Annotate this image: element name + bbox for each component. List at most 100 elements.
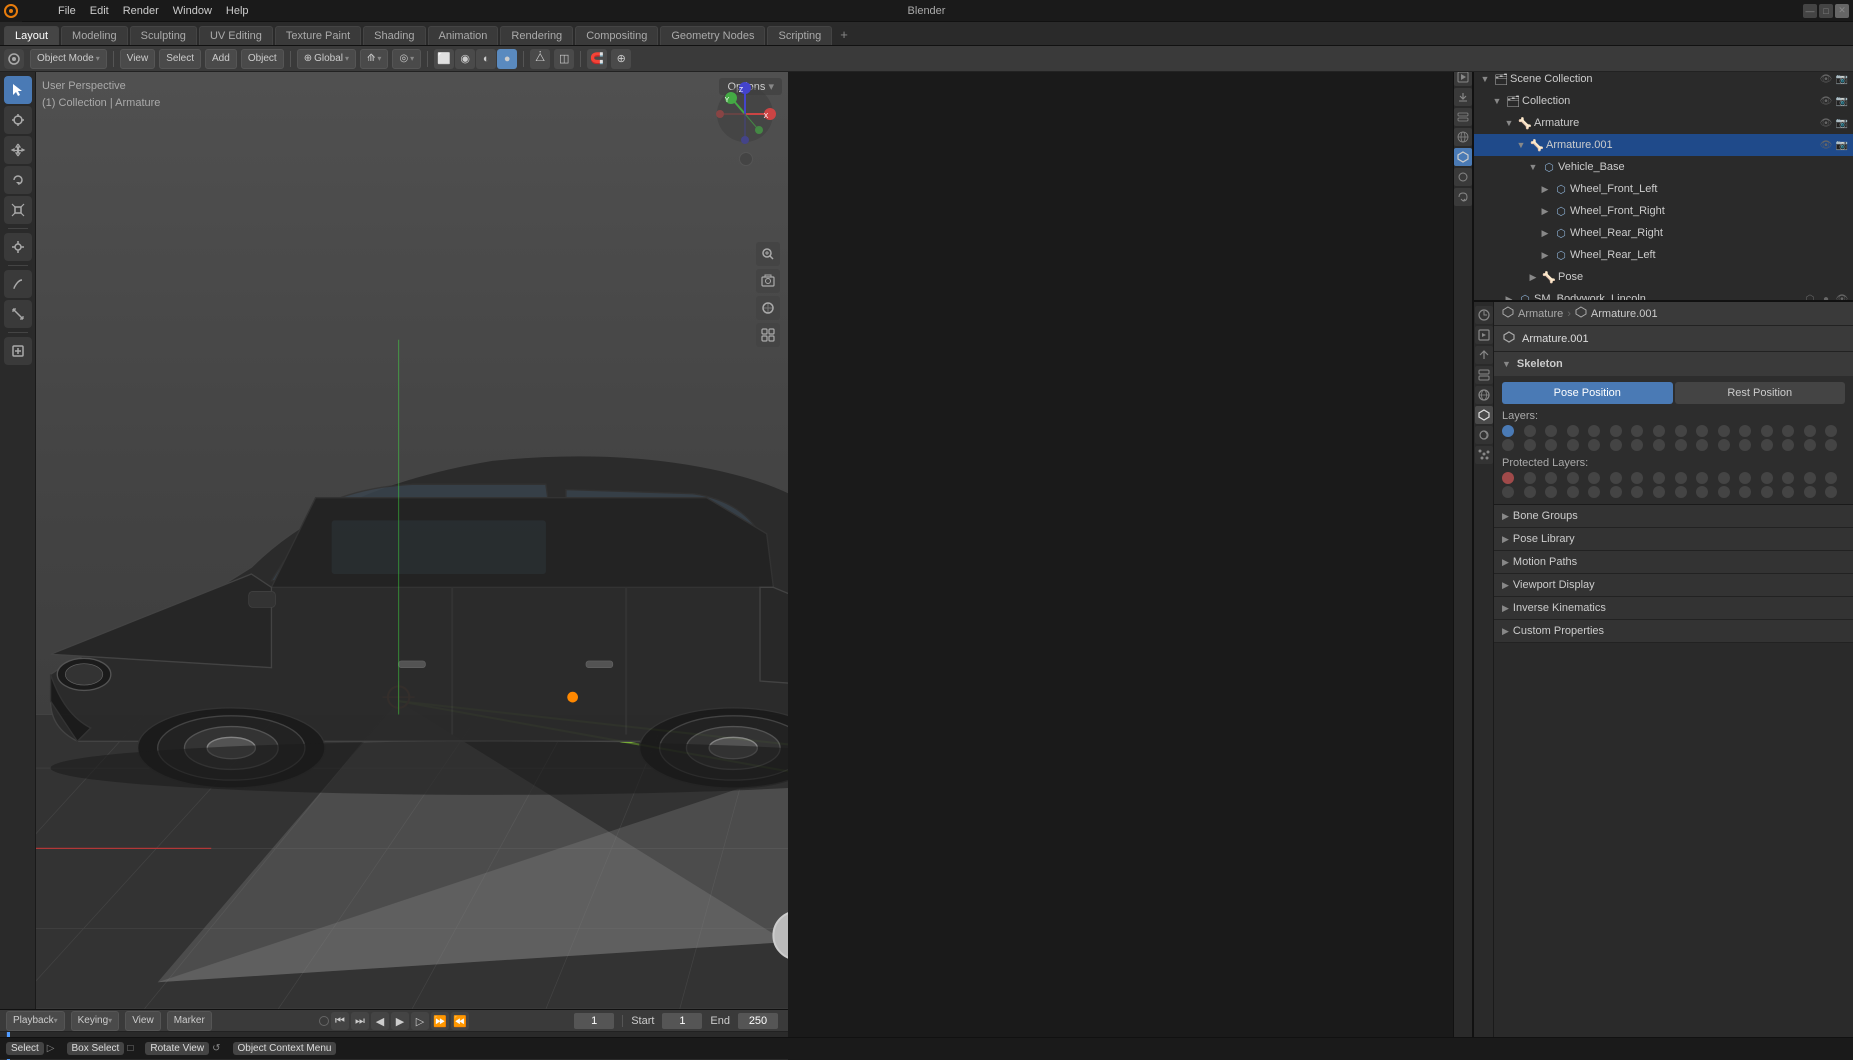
layer-dot-30[interactable] [1804,439,1816,451]
tree-item-wheel-fr[interactable]: ▶ ⬡ Wheel_Front_Right [1474,200,1853,222]
tree-item-sm-bodywork[interactable]: ▶ ⬡ SM_Bodywork_Lincoln ⬡ ● 👁 [1474,288,1853,300]
protected-layer-dot-9[interactable] [1696,472,1708,484]
mode-dropdown[interactable]: Object Mode ▾ [30,49,107,69]
end-frame-input[interactable]: 250 [738,1013,778,1029]
tab-animation[interactable]: Animation [428,26,499,45]
protected-layer-dot-22[interactable] [1631,486,1643,498]
tree-item-armature[interactable]: ▼ 🦴 Armature 👁 📷 [1474,112,1853,134]
layer-dot-15[interactable] [1825,425,1837,437]
tab-shading[interactable]: Shading [363,26,425,45]
layer-dot-31[interactable] [1825,439,1837,451]
protected-layer-dot-25[interactable] [1696,486,1708,498]
prop-tab-world[interactable] [1475,386,1493,404]
layer-dot-10[interactable] [1718,425,1730,437]
protected-layer-dot-15[interactable] [1825,472,1837,484]
snap-icon[interactable]: 🧲 [587,49,607,69]
menu-help[interactable]: Help [220,3,255,19]
timeline-keying-menu[interactable]: Keying ▾ [71,1011,120,1031]
layer-dot-13[interactable] [1782,425,1794,437]
protected-layer-dot-14[interactable] [1804,472,1816,484]
pose-position-btn[interactable]: Pose Position [1502,382,1673,404]
move-tool-btn[interactable] [4,136,32,164]
visibility-toggle[interactable]: 👁 [1819,138,1833,152]
visibility-toggle[interactable]: 👁 [1819,94,1833,108]
layer-dot-22[interactable] [1631,439,1643,451]
layer-dot-3[interactable] [1567,425,1579,437]
protected-layer-dot-11[interactable] [1739,472,1751,484]
layer-dot-29[interactable] [1782,439,1794,451]
protected-layer-dot-26[interactable] [1718,486,1730,498]
layer-dot-11[interactable] [1739,425,1751,437]
zoom-in-btn[interactable] [756,242,780,266]
overlay-toggle[interactable]: ⧊ [530,49,550,69]
visibility-toggle[interactable]: 👁 [1819,116,1833,130]
tab-rendering[interactable]: Rendering [500,26,573,45]
prop-view-layer-icon[interactable] [1454,108,1472,126]
annotate-tool-btn[interactable] [4,270,32,298]
gizmo-icon[interactable]: ⊕ [611,49,631,69]
layer-dot-2[interactable] [1545,425,1557,437]
protected-layer-dot-10[interactable] [1718,472,1730,484]
tree-item-vehicle-base[interactable]: ▼ ⬡ Vehicle_Base [1474,156,1853,178]
layer-dot-25[interactable] [1696,439,1708,451]
skeleton-section-header[interactable]: ▼ Skeleton [1494,352,1853,376]
protected-layer-dot-23[interactable] [1653,486,1665,498]
protected-layer-dot-30[interactable] [1804,486,1816,498]
viewport-display-header[interactable]: ▶ Viewport Display [1494,574,1853,596]
ik-header[interactable]: ▶ Inverse Kinematics [1494,597,1853,619]
prop-tab-scene[interactable] [1475,306,1493,324]
tree-item-wheel-fl[interactable]: ▶ ⬡ Wheel_Front_Left [1474,178,1853,200]
layer-dot-23[interactable] [1653,439,1665,451]
tab-sculpting[interactable]: Sculpting [130,26,197,45]
prop-tab-object-data[interactable] [1475,406,1493,424]
minimize-button[interactable]: — [1803,4,1817,18]
layer-dot-21[interactable] [1610,439,1622,451]
prop-tab-particles[interactable] [1475,446,1493,464]
layer-dot-9[interactable] [1696,425,1708,437]
go-to-prev-keyframe-btn[interactable]: ⏭ [351,1012,369,1030]
add-tool-btn[interactable] [4,337,32,365]
wireframe-shading-btn[interactable]: ⬜ [434,49,454,69]
layer-dot-26[interactable] [1718,439,1730,451]
menu-edit[interactable]: Edit [84,3,115,19]
viewport-navigation-gizmo[interactable]: X Y Z [713,82,778,147]
protected-layer-dot-12[interactable] [1761,472,1773,484]
prop-tab-material[interactable] [1475,426,1493,444]
data-icon[interactable]: ⬡ [1803,292,1817,300]
tree-item-armature-001[interactable]: ▼ 🦴 Armature.001 👁 📷 [1474,134,1853,156]
timeline-marker-menu[interactable]: Marker [167,1011,212,1031]
timeline-view-menu[interactable]: View [125,1011,161,1031]
prop-material-icon[interactable] [1454,168,1472,186]
protected-layer-dot-19[interactable] [1567,486,1579,498]
render-toggle[interactable]: 📷 [1835,72,1849,86]
material-icon[interactable]: ● [1819,292,1833,300]
close-button[interactable]: ✕ [1835,4,1849,18]
add-workspace-button[interactable]: + [834,24,854,45]
solid-shading-btn[interactable]: ◉ [455,49,475,69]
scale-tool-btn[interactable] [4,196,32,224]
material-shading-btn[interactable]: ◐ [476,49,496,69]
go-to-start-btn[interactable]: ⏮ [331,1012,349,1030]
protected-layer-dot-27[interactable] [1739,486,1751,498]
rotate-tool-btn[interactable] [4,166,32,194]
tab-layout[interactable]: Layout [4,26,59,45]
tree-item-wheel-rl[interactable]: ▶ ⬡ Wheel_Rear_Left [1474,244,1853,266]
protected-layer-dot-16[interactable] [1502,486,1514,498]
protected-layer-dot-31[interactable] [1825,486,1837,498]
tab-texture-paint[interactable]: Texture Paint [275,26,361,45]
protected-layer-dot-29[interactable] [1782,486,1794,498]
protected-layer-dot-6[interactable] [1631,472,1643,484]
layer-dot-20[interactable] [1588,439,1600,451]
collection-view-btn[interactable] [756,323,780,347]
rest-position-btn[interactable]: Rest Position [1675,382,1846,404]
protected-layer-dot-0[interactable] [1502,472,1514,484]
tab-compositing[interactable]: Compositing [575,26,658,45]
layer-dot-1[interactable] [1524,425,1536,437]
tab-scripting[interactable]: Scripting [767,26,832,45]
layer-dot-19[interactable] [1567,439,1579,451]
viewport-3d[interactable]: User Perspective (1) Collection | Armatu… [36,72,788,1009]
select-tool-btn[interactable] [4,76,32,104]
tab-uv-editing[interactable]: UV Editing [199,26,273,45]
protected-layer-dot-8[interactable] [1675,472,1687,484]
snap-dropdown[interactable]: ⟰ ▾ [360,49,388,69]
